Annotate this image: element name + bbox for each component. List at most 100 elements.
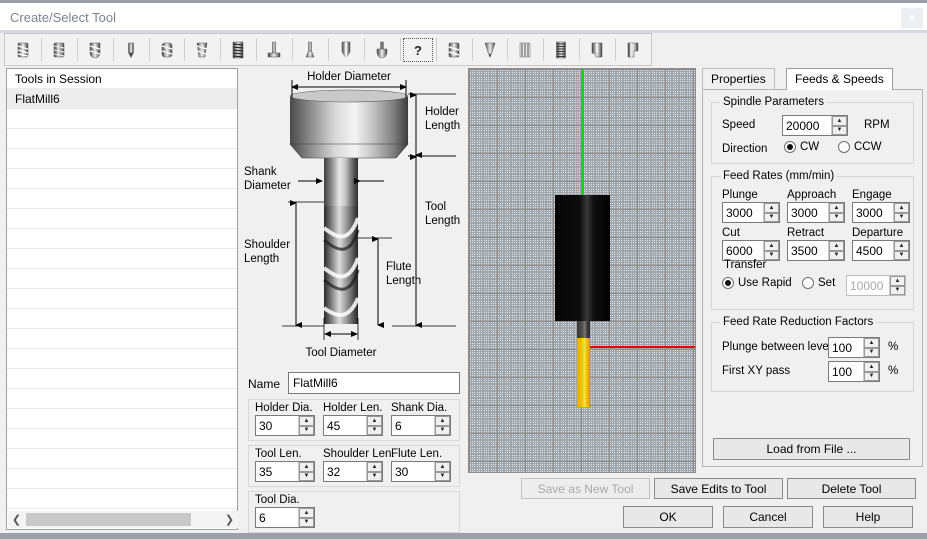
load-from-file-button[interactable]: Load from File ... [713, 438, 910, 460]
feed-approach-stepper[interactable]: ▲▼ [787, 202, 845, 223]
feed-plunge-stepper[interactable]: ▲▼ [722, 202, 780, 223]
spin-up-icon[interactable]: ▲ [829, 241, 844, 251]
spindle-speed-input[interactable] [783, 116, 831, 135]
feed-approach-spin-buttons[interactable]: ▲ ▼ [828, 203, 844, 222]
list-item-empty[interactable] [7, 489, 237, 509]
list-item-empty[interactable] [7, 289, 237, 309]
thread-mill-icon[interactable] [220, 34, 256, 65]
holder-dia-input[interactable] [256, 416, 298, 435]
holder-len-stepper[interactable]: ▲▼ [323, 415, 383, 436]
dovetail-cutter-icon[interactable] [292, 34, 328, 65]
list-item-empty[interactable] [7, 109, 237, 129]
shank-dia-stepper[interactable]: ▲▼ [391, 415, 451, 436]
list-item-empty[interactable] [7, 149, 237, 169]
tool-len-stepper[interactable]: ▲▼ [255, 461, 315, 482]
list-item[interactable]: FlatMill6 [7, 89, 237, 109]
endmill-rough-icon[interactable] [40, 34, 77, 65]
endmill-generic-icon[interactable] [435, 34, 472, 65]
spin-down-icon[interactable]: ▼ [435, 471, 450, 481]
tab-properties[interactable]: Properties [702, 68, 775, 90]
list-item-empty[interactable] [7, 409, 237, 429]
radio-ccw[interactable]: CCW [838, 141, 881, 153]
tool-dia-stepper[interactable]: ▲▼ [255, 507, 315, 528]
feed-engage-input[interactable] [853, 203, 893, 222]
tools-horizontal-scrollbar[interactable]: ❮ ❯ [8, 511, 238, 528]
spin-down-icon[interactable]: ▼ [864, 347, 879, 357]
list-item-empty[interactable] [7, 229, 237, 249]
reduction-first-xy-pass-stepper[interactable]: ▲▼ [828, 361, 880, 382]
holder-len-spin-buttons[interactable]: ▲ ▼ [366, 416, 382, 435]
flute-len-stepper[interactable]: ▲▼ [391, 461, 451, 482]
spin-up-icon[interactable]: ▲ [299, 462, 314, 472]
list-item-empty[interactable] [7, 389, 237, 409]
tool-dia-spin-buttons[interactable]: ▲ ▼ [298, 508, 314, 527]
holder-dia-spin-buttons[interactable]: ▲ ▼ [298, 416, 314, 435]
tool-len-input[interactable] [256, 462, 298, 481]
tab-feeds-speeds[interactable]: Feeds & Speeds [786, 68, 893, 90]
spin-down-icon[interactable]: ▼ [864, 371, 879, 381]
list-item-empty[interactable] [7, 209, 237, 229]
spin-up-icon[interactable]: ▲ [435, 416, 450, 426]
holder-len-input[interactable] [324, 416, 366, 435]
endmill-bull-icon[interactable] [148, 34, 185, 65]
spin-up-icon[interactable]: ▲ [894, 203, 909, 213]
radio-use-rapid[interactable]: Use Rapid [722, 277, 792, 289]
feed-departure-input[interactable] [853, 241, 893, 260]
spin-up-icon[interactable]: ▲ [894, 241, 909, 251]
list-item-empty[interactable] [7, 309, 237, 329]
spindle-speed-stepper[interactable]: ▲ ▼ [782, 115, 848, 136]
corner-round-icon[interactable] [579, 34, 615, 65]
shank-dia-spin-buttons[interactable]: ▲ ▼ [434, 416, 450, 435]
spin-up-icon[interactable]: ▲ [435, 462, 450, 472]
spindle-speed-spin-buttons[interactable]: ▲ ▼ [831, 116, 847, 135]
list-item-empty[interactable] [7, 449, 237, 469]
feed-engage-spin-buttons[interactable]: ▲ ▼ [893, 203, 909, 222]
feed-plunge-spin-buttons[interactable]: ▲ ▼ [763, 203, 779, 222]
shoulder-len-stepper[interactable]: ▲▼ [323, 461, 383, 482]
help-button[interactable]: Help [823, 506, 913, 528]
shoulder-len-input[interactable] [324, 462, 366, 481]
spin-down-icon[interactable]: ▼ [829, 212, 844, 222]
spin-down-icon[interactable]: ▼ [299, 471, 314, 481]
reduction-plunge-between-levels-spin-buttons[interactable]: ▲ ▼ [863, 338, 879, 357]
feed-retract-input[interactable] [788, 241, 828, 260]
list-item-empty[interactable] [7, 269, 237, 289]
list-item-empty[interactable] [7, 189, 237, 209]
scroll-right-icon[interactable]: ❯ [221, 511, 238, 528]
feed-plunge-input[interactable] [723, 203, 763, 222]
spin-down-icon[interactable]: ▼ [764, 212, 779, 222]
delete-tool-button[interactable]: Delete Tool [787, 478, 916, 499]
radio-cw[interactable]: CW [784, 141, 819, 153]
endmill-taper-icon[interactable] [184, 34, 220, 65]
feed-retract-spin-buttons[interactable]: ▲ ▼ [828, 241, 844, 260]
feed-cut-input[interactable] [723, 241, 763, 260]
close-icon[interactable]: ✕ [901, 8, 923, 28]
chamfer-mill-icon[interactable] [328, 34, 364, 65]
reduction-plunge-between-levels-input[interactable] [829, 338, 863, 357]
save-edits-to-tool-button[interactable]: Save Edits to Tool [654, 478, 783, 499]
holder-dia-stepper[interactable]: ▲▼ [255, 415, 315, 436]
spin-up-icon[interactable]: ▲ [864, 362, 879, 372]
spin-up-icon[interactable]: ▲ [299, 508, 314, 518]
tool-dia-input[interactable] [256, 508, 298, 527]
feed-cut-spin-buttons[interactable]: ▲ ▼ [763, 241, 779, 260]
list-item-empty[interactable] [7, 129, 237, 149]
spin-down-icon[interactable]: ▼ [367, 425, 382, 435]
spin-up-icon[interactable]: ▲ [367, 416, 382, 426]
tslot-cutter-icon[interactable] [256, 34, 292, 65]
spin-down-icon[interactable]: ▼ [435, 425, 450, 435]
scroll-left-icon[interactable]: ❮ [8, 511, 25, 528]
tool-name-input[interactable] [288, 372, 460, 394]
radio-set[interactable]: Set [802, 277, 835, 289]
tool-len-spin-buttons[interactable]: ▲ ▼ [298, 462, 314, 481]
spin-down-icon[interactable]: ▼ [894, 212, 909, 222]
list-item-empty[interactable] [7, 429, 237, 449]
spin-up-icon[interactable]: ▲ [764, 241, 779, 251]
feed-departure-stepper[interactable]: ▲▼ [852, 240, 910, 261]
list-item-empty[interactable] [7, 369, 237, 389]
tools-list[interactable]: FlatMill6 [7, 89, 237, 509]
reduction-first-xy-pass-input[interactable] [829, 362, 863, 381]
list-item-empty[interactable] [7, 249, 237, 269]
spin-down-icon[interactable]: ▼ [832, 125, 847, 135]
feed-engage-stepper[interactable]: ▲▼ [852, 202, 910, 223]
